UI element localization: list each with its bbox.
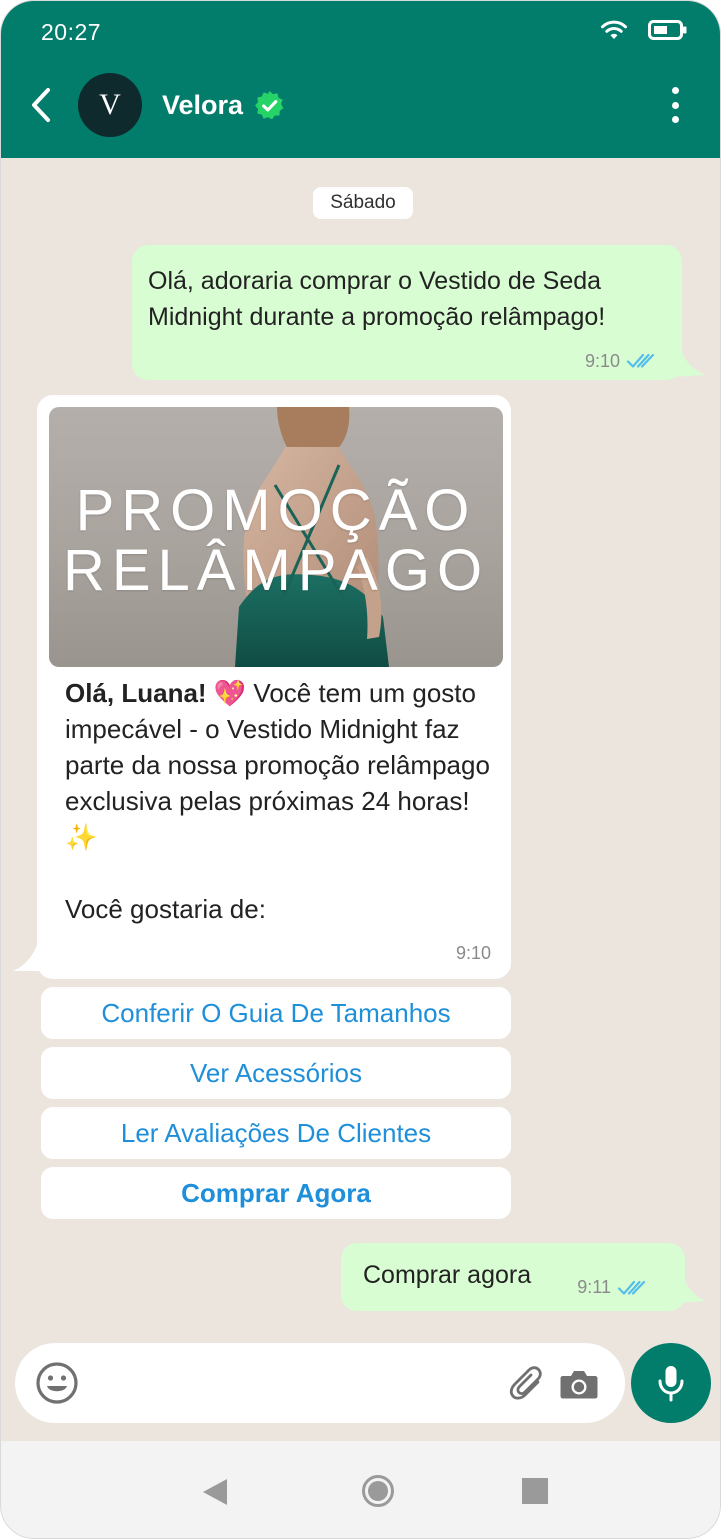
double-check-icon (617, 1280, 646, 1295)
message-time: 9:10 (584, 351, 620, 371)
voice-message-button[interactable] (631, 1343, 711, 1423)
message-text: Comprar agora (363, 1261, 532, 1289)
double-check-icon (626, 353, 655, 368)
status-icons (600, 19, 688, 41)
battery-icon (648, 20, 687, 40)
bubble-tail (673, 341, 705, 377)
nav-recents-icon[interactable] (522, 1478, 548, 1504)
emoji-icon[interactable] (35, 1361, 79, 1405)
date-separator: Sábado (313, 187, 413, 219)
message-input[interactable] (95, 1359, 499, 1409)
quick-reply-buy-now[interactable]: Comprar Agora (41, 1167, 511, 1219)
message-body: Olá, Luana! 💖 Você tem um gosto impecáve… (65, 675, 495, 927)
menu-dot-icon (671, 116, 679, 123)
message-time: 9:11 (577, 1277, 611, 1297)
promo-title-line2: RELÂMPAGO (62, 538, 490, 603)
heart-emoji: 💖 (213, 678, 247, 708)
message-text: Olá, adoraria comprar o Vestido de Seda … (148, 267, 606, 331)
nav-home-icon[interactable] (361, 1474, 395, 1508)
quick-reply-accessories[interactable]: Ver Acessórios (41, 1047, 511, 1099)
wifi-icon (601, 20, 627, 39)
more-options-button[interactable] (660, 87, 690, 123)
promo-title-line1: PROMOÇÃO (75, 478, 477, 543)
incoming-message-card[interactable]: PROMOÇÃO RELÂMPAGO Olá, Luana! 💖 Você te… (37, 395, 511, 979)
message-meta: 9:11 (577, 1277, 651, 1298)
message-composer (15, 1343, 625, 1423)
phone-screen: 20:27 V Velora Sábado Olá, adoraria comp… (0, 0, 721, 1539)
sparkles-emoji: ✨ (65, 822, 98, 852)
contact-name[interactable]: Velora (162, 90, 243, 121)
chat-header: 20:27 V Velora (1, 1, 720, 158)
greeting-text: Olá, Luana! (65, 678, 207, 708)
message-time: 9:10 (455, 943, 491, 963)
message-meta: 9:10 (585, 343, 660, 379)
outgoing-message[interactable]: Olá, adoraria comprar o Vestido de Seda … (132, 245, 682, 380)
status-time: 20:27 (41, 19, 102, 45)
menu-dot-icon (671, 101, 679, 109)
menu-dot-icon (671, 87, 679, 94)
bubble-tail (677, 1269, 705, 1303)
promo-image: PROMOÇÃO RELÂMPAGO (49, 407, 503, 667)
verified-badge-icon (254, 90, 284, 120)
camera-icon[interactable] (559, 1367, 599, 1401)
avatar[interactable]: V (78, 73, 142, 137)
outgoing-message[interactable]: Comprar agora 9:11 (341, 1243, 685, 1311)
back-button[interactable] (21, 83, 61, 127)
microphone-icon (658, 1366, 684, 1402)
quick-reply-reviews[interactable]: Ler Avaliações De Clientes (41, 1107, 511, 1159)
paperclip-icon[interactable] (509, 1365, 545, 1403)
nav-back-icon[interactable] (201, 1477, 229, 1507)
quick-reply-size-guide[interactable]: Conferir O Guia De Tamanhos (41, 987, 511, 1039)
system-nav-bar (1, 1441, 720, 1538)
chevron-left-icon (32, 88, 50, 122)
question-text: Você gostaria de: (65, 894, 266, 924)
